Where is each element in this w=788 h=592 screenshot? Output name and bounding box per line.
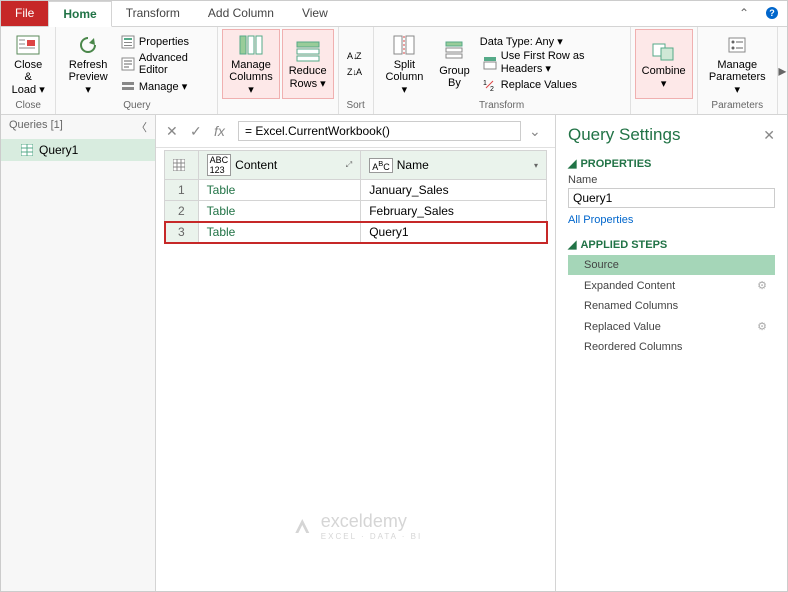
svg-text:A: A [356, 67, 362, 77]
svg-text:1: 1 [483, 80, 487, 87]
cancel-formula-icon[interactable]: ✕ [166, 123, 182, 139]
adv-editor-icon [121, 57, 135, 71]
table-icon [21, 144, 33, 156]
manage-button[interactable]: Manage ▾ [118, 78, 213, 94]
filter-dropdown-icon[interactable]: ▾ [534, 161, 538, 170]
refresh-preview-button[interactable]: Refresh Preview ▾ [60, 29, 115, 99]
ribbon: Close & Load ▾ Close Refresh Preview ▾ P… [1, 27, 787, 115]
help-icon[interactable]: ? [757, 1, 787, 26]
query-settings-panel: Query Settings ✕ ◢PROPERTIES Name All Pr… [555, 115, 787, 591]
manage-icon [121, 79, 135, 93]
properties-button[interactable]: Properties [118, 34, 213, 50]
name-label: Name [568, 174, 775, 186]
tab-bar: File Home Transform Add Column View ⌃ ? [1, 1, 787, 27]
formula-input[interactable] [238, 121, 521, 141]
split-column-button[interactable]: Split Column ▾ [378, 29, 432, 99]
combine-icon [650, 39, 678, 63]
type-badge-text: ABC [369, 158, 393, 173]
sort-desc-icon[interactable]: Z↓A [347, 65, 365, 79]
queries-panel: Queries [1] 〈 Query1 [1, 115, 156, 591]
close-settings-icon[interactable]: ✕ [763, 127, 775, 144]
svg-text:?: ? [769, 8, 775, 18]
group-combine-label [635, 99, 693, 112]
replace-icon: 12 [483, 78, 497, 92]
step-replaced-value[interactable]: Replaced Value⚙ [568, 316, 775, 337]
manage-columns-button[interactable]: Manage Columns ▾ [222, 29, 279, 99]
step-reordered-columns[interactable]: Reordered Columns [568, 337, 775, 357]
select-all-corner[interactable] [165, 151, 199, 180]
steps-list: Source Expanded Content⚙ Renamed Columns… [568, 255, 775, 357]
watermark: exceldemy EXCEL · DATA · BI [289, 511, 422, 541]
tab-file[interactable]: File [1, 1, 48, 26]
applied-steps-section[interactable]: ◢APPLIED STEPS [568, 238, 775, 251]
svg-text:2: 2 [490, 86, 494, 92]
group-query-label: Query [60, 99, 213, 112]
manage-parameters-button[interactable]: Manage Parameters ▾ [702, 29, 773, 99]
collapse-queries-icon[interactable]: 〈 [136, 119, 147, 135]
tab-transform[interactable]: Transform [112, 1, 194, 26]
group-close-label: Close [5, 99, 51, 112]
close-load-button[interactable]: Close & Load ▾ [5, 29, 51, 99]
data-type-button[interactable]: Data Type: Any ▾ [480, 35, 624, 48]
group-params-label: Parameters [702, 99, 773, 112]
commit-formula-icon[interactable]: ✓ [190, 123, 206, 139]
group-by-button[interactable]: Group By [433, 29, 476, 99]
fx-icon[interactable]: fx [214, 123, 230, 139]
properties-icon [121, 35, 135, 49]
advanced-editor-button[interactable]: Advanced Editor [118, 51, 213, 77]
data-table: ABC123Content⤢ ABCName▾ 1 Table January_… [164, 150, 547, 243]
caret-icon: ◢ [568, 238, 576, 251]
split-icon [390, 33, 418, 57]
ribbon-overflow-icon[interactable]: ▸ [778, 27, 787, 114]
step-expanded-content[interactable]: Expanded Content⚙ [568, 275, 775, 296]
formula-dropdown-icon[interactable]: ⌄ [529, 123, 545, 139]
formula-bar: ✕ ✓ fx ⌄ [156, 115, 555, 148]
settings-title: Query Settings ✕ [568, 125, 775, 145]
expand-icon[interactable]: ⤢ [346, 160, 352, 170]
type-badge-any: ABC123 [207, 154, 232, 176]
table-row[interactable]: 2 Table February_Sales [165, 201, 547, 222]
params-icon [723, 33, 751, 57]
step-source[interactable]: Source [568, 255, 775, 275]
group-transform-label: Transform [378, 99, 626, 112]
all-properties-link[interactable]: All Properties [568, 214, 775, 226]
replace-values-button[interactable]: 12Replace Values [480, 77, 624, 93]
columns-icon [237, 33, 265, 57]
close-load-icon [14, 33, 42, 57]
first-row-headers-button[interactable]: Use First Row as Headers ▾ [480, 49, 624, 76]
gear-icon[interactable]: ⚙ [757, 279, 767, 292]
refresh-icon [74, 33, 102, 57]
combine-button[interactable]: Combine ▾ [635, 29, 693, 99]
table-row-highlighted[interactable]: 3 Table Query1 [165, 222, 547, 243]
col-header-content[interactable]: ABC123Content⤢ [198, 151, 361, 180]
col-header-name[interactable]: ABCName▾ [361, 151, 547, 180]
query-name-input[interactable] [568, 188, 775, 208]
collapse-ribbon-icon[interactable]: ⌃ [731, 1, 757, 26]
group-sort-label: Sort [343, 99, 369, 112]
step-renamed-columns[interactable]: Renamed Columns [568, 296, 775, 316]
caret-icon: ◢ [568, 157, 576, 170]
group-mc-label [222, 99, 333, 112]
rows-icon [294, 39, 322, 63]
reduce-rows-button[interactable]: Reduce Rows ▾ [282, 29, 334, 99]
tab-home[interactable]: Home [48, 1, 111, 27]
group-by-icon [440, 39, 468, 63]
svg-text:Z: Z [356, 51, 362, 61]
gear-icon[interactable]: ⚙ [757, 320, 767, 333]
data-area: ✕ ✓ fx ⌄ ABC123Content⤢ ABCName▾ 1 Table… [156, 115, 555, 591]
query-item[interactable]: Query1 [1, 139, 155, 161]
sort-asc-icon[interactable]: A↓Z [347, 49, 365, 63]
first-row-icon [483, 56, 497, 70]
queries-header: Queries [1] 〈 [1, 115, 155, 139]
tab-add-column[interactable]: Add Column [194, 1, 288, 26]
watermark-logo-icon [289, 513, 315, 539]
tab-view[interactable]: View [288, 1, 342, 26]
properties-section[interactable]: ◢PROPERTIES [568, 157, 775, 170]
table-row[interactable]: 1 Table January_Sales [165, 180, 547, 201]
